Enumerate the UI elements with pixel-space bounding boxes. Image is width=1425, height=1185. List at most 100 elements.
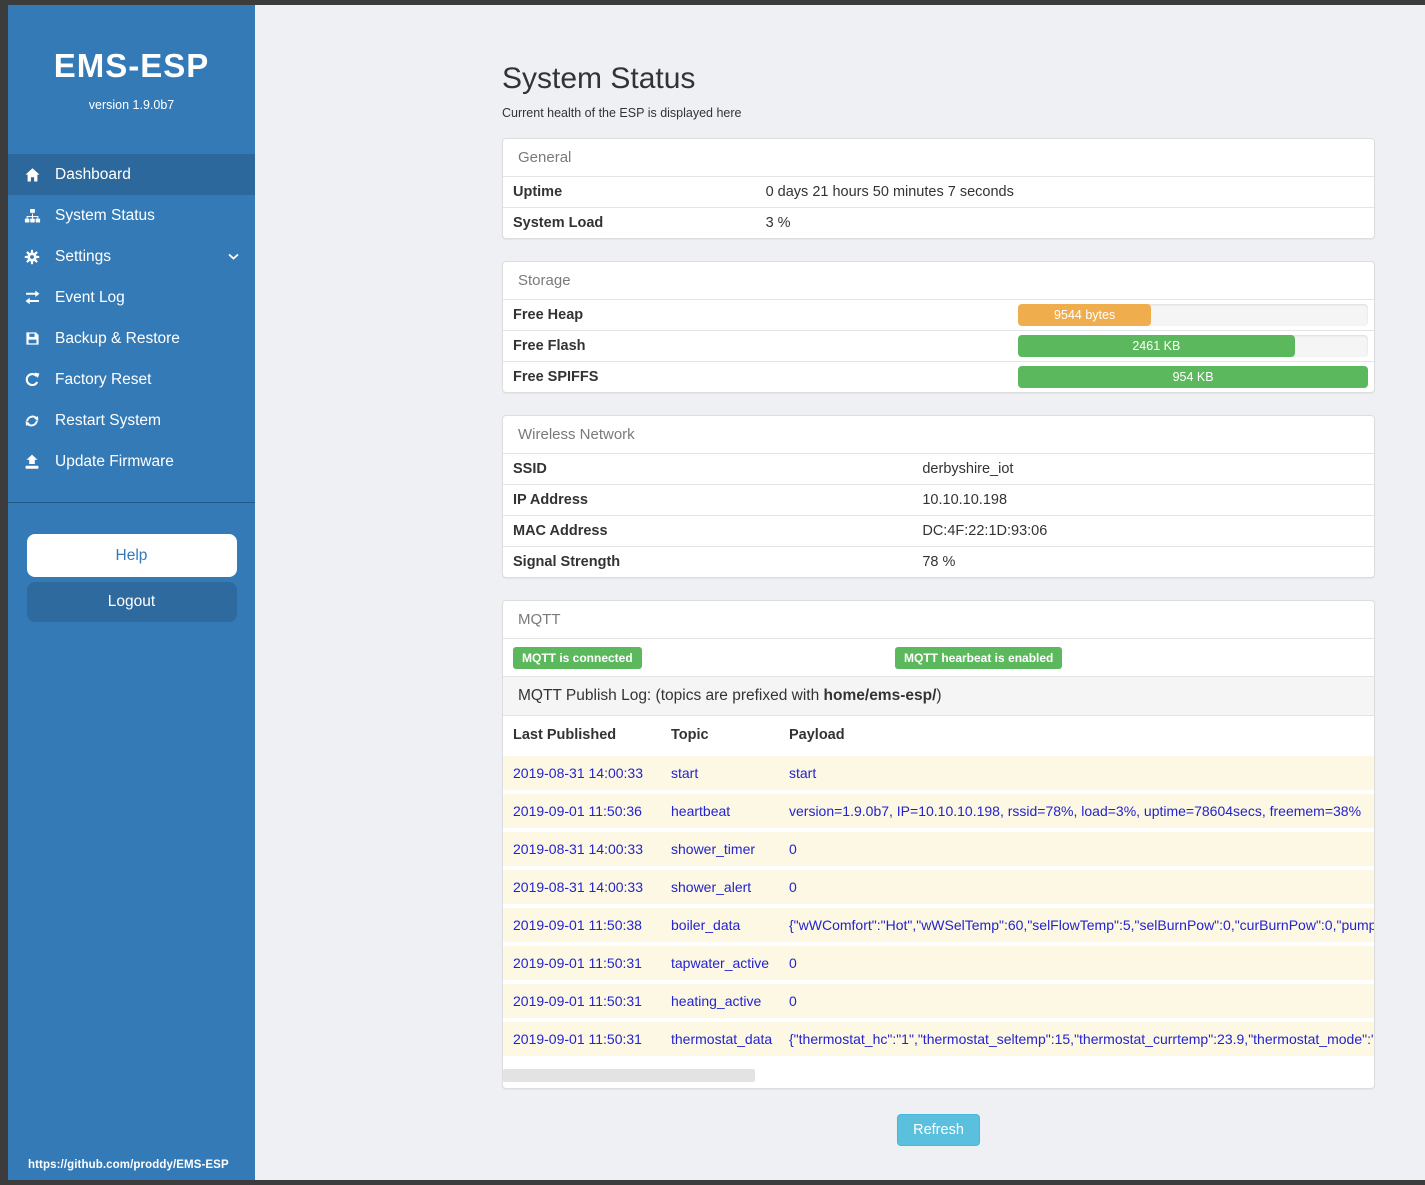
- log-title-suffix: ): [936, 687, 941, 704]
- refresh-icon: [22, 412, 42, 429]
- table-row: SSID derbyshire_iot: [503, 454, 1374, 485]
- log-row: 2019-08-31 14:00:33 shower_alert 0: [503, 868, 1374, 906]
- log-date: 2019-09-01 11:50:31: [503, 1020, 661, 1056]
- progress-track: 954 KB: [1018, 366, 1368, 388]
- storage-panel: Storage Free Heap 9544 bytes Free Flash: [502, 261, 1375, 393]
- sidebar-item-backup-restore[interactable]: Backup & Restore: [8, 318, 255, 359]
- log-topic: heating_active: [661, 982, 779, 1020]
- log-title-topic-prefix: home/ems-esp/: [824, 687, 937, 704]
- help-button[interactable]: Help: [27, 534, 237, 577]
- row-label: Uptime: [503, 177, 756, 208]
- row-value: 9544 bytes: [1008, 300, 1374, 331]
- mqtt-connected-badge: MQTT is connected: [513, 647, 642, 669]
- log-date: 2019-08-31 14:00:33: [503, 754, 661, 792]
- table-row: System Load 3 %: [503, 208, 1374, 239]
- log-header-row: Last Published Topic Payload: [503, 716, 1374, 754]
- logout-button[interactable]: Logout: [27, 582, 237, 622]
- row-label: Free Heap: [503, 300, 1008, 331]
- row-value: DC:4F:22:1D:93:06: [912, 516, 1374, 547]
- log-row: 2019-08-31 14:00:33 start start: [503, 754, 1374, 792]
- log-row: 2019-09-01 11:50:31 thermostat_data {"th…: [503, 1020, 1374, 1056]
- brand: EMS-ESP version 1.9.0b7: [8, 5, 255, 112]
- log-row: 2019-09-01 11:50:31 tapwater_active 0: [503, 944, 1374, 982]
- log-row: 2019-09-01 11:50:38 boiler_data {"wWComf…: [503, 906, 1374, 944]
- sidebar-item-factory-reset[interactable]: Factory Reset: [8, 359, 255, 400]
- log-topic: start: [661, 754, 779, 792]
- log-topic: shower_timer: [661, 830, 779, 868]
- chevron-down-icon: [228, 253, 239, 261]
- sidebar-item-label: Event Log: [55, 289, 125, 307]
- github-link[interactable]: https://github.com/proddy/EMS-ESP: [28, 1159, 229, 1171]
- log-topic: heartbeat: [661, 792, 779, 830]
- log-date: 2019-08-31 14:00:33: [503, 868, 661, 906]
- sidebar-item-label: Factory Reset: [55, 371, 151, 389]
- table-row: Signal Strength 78 %: [503, 547, 1374, 578]
- sidebar-divider: [8, 502, 255, 503]
- home-icon: [22, 166, 42, 183]
- sidebar-item-update-firmware[interactable]: Update Firmware: [8, 441, 255, 482]
- storage-panel-title: Storage: [503, 262, 1374, 300]
- log-payload: version=1.9.0b7, IP=10.10.10.198, rssid=…: [779, 792, 1374, 830]
- sidebar-item-settings[interactable]: Settings: [8, 236, 255, 277]
- general-panel-title: General: [503, 139, 1374, 177]
- sidebar-item-label: Settings: [55, 248, 111, 266]
- sidebar-item-label: Update Firmware: [55, 453, 174, 471]
- sidebar-item-dashboard[interactable]: Dashboard: [8, 154, 255, 195]
- log-date: 2019-08-31 14:00:33: [503, 830, 661, 868]
- log-row: 2019-09-01 11:50:36 heartbeat version=1.…: [503, 792, 1374, 830]
- log-date: 2019-09-01 11:50:31: [503, 982, 661, 1020]
- log-date: 2019-09-01 11:50:38: [503, 906, 661, 944]
- mqtt-panel-title: MQTT: [503, 601, 1374, 639]
- mqtt-heartbeat-badge: MQTT hearbeat is enabled: [895, 647, 1062, 669]
- row-label: Free Flash: [503, 331, 1008, 362]
- gear-icon: [22, 248, 42, 265]
- storage-table: Free Heap 9544 bytes Free Flash 2461 KB: [503, 300, 1374, 392]
- page-subtitle: Current health of the ESP is displayed h…: [502, 106, 1375, 120]
- page-title: System Status: [502, 62, 1375, 96]
- floppy-icon: [22, 330, 42, 347]
- log-title-prefix: MQTT Publish Log: (topics are prefixed w…: [518, 687, 824, 704]
- row-label: Signal Strength: [503, 547, 912, 578]
- table-row: IP Address 10.10.10.198: [503, 485, 1374, 516]
- row-value: 954 KB: [1008, 362, 1374, 393]
- row-label: MAC Address: [503, 516, 912, 547]
- log-payload: {"thermostat_hc":"1","thermostat_seltemp…: [779, 1020, 1374, 1056]
- scrollbar-thumb[interactable]: [503, 1069, 755, 1082]
- log-payload: 0: [779, 868, 1374, 906]
- sidebar-nav: Dashboard System Status: [8, 154, 255, 482]
- row-label: IP Address: [503, 485, 912, 516]
- progress-track: 9544 bytes: [1018, 304, 1368, 326]
- app-title: EMS-ESP: [8, 47, 255, 85]
- log-topic: thermostat_data: [661, 1020, 779, 1056]
- content-column: System Status Current health of the ESP …: [502, 5, 1375, 1180]
- row-value: 3 %: [756, 208, 1374, 239]
- log-row: 2019-09-01 11:50:31 heating_active 0: [503, 982, 1374, 1020]
- table-row: Free Heap 9544 bytes: [503, 300, 1374, 331]
- log-payload: {"wWComfort":"Hot","wWSelTemp":60,"selFl…: [779, 906, 1374, 944]
- refresh-button[interactable]: Refresh: [897, 1114, 980, 1146]
- free-spiffs-progress-bar: 954 KB: [1018, 366, 1368, 388]
- sidebar-item-event-log[interactable]: Event Log: [8, 277, 255, 318]
- rotate-left-icon: [22, 371, 42, 388]
- sidebar-item-system-status[interactable]: System Status: [8, 195, 255, 236]
- table-row: Free SPIFFS 954 KB: [503, 362, 1374, 393]
- horizontal-scrollbar[interactable]: [503, 1069, 1374, 1082]
- row-value: derbyshire_iot: [912, 454, 1374, 485]
- log-topic: tapwater_active: [661, 944, 779, 982]
- row-label: System Load: [503, 208, 756, 239]
- log-date: 2019-09-01 11:50:31: [503, 944, 661, 982]
- wireless-panel: Wireless Network SSID derbyshire_iot IP …: [502, 415, 1375, 578]
- log-payload: 0: [779, 830, 1374, 868]
- log-row: 2019-08-31 14:00:33 shower_timer 0: [503, 830, 1374, 868]
- column-header: Last Published: [503, 716, 661, 754]
- sitemap-icon: [22, 207, 42, 224]
- table-row: MAC Address DC:4F:22:1D:93:06: [503, 516, 1374, 547]
- sidebar-item-restart-system[interactable]: Restart System: [8, 400, 255, 441]
- sidebar-item-label: Restart System: [55, 412, 161, 430]
- sidebar-item-label: Backup & Restore: [55, 330, 180, 348]
- log-payload: 0: [779, 982, 1374, 1020]
- row-label: SSID: [503, 454, 912, 485]
- log-date: 2019-09-01 11:50:36: [503, 792, 661, 830]
- mqtt-badges-row: MQTT is connected MQTT hearbeat is enabl…: [503, 639, 1374, 677]
- general-table: Uptime 0 days 21 hours 50 minutes 7 seco…: [503, 177, 1374, 238]
